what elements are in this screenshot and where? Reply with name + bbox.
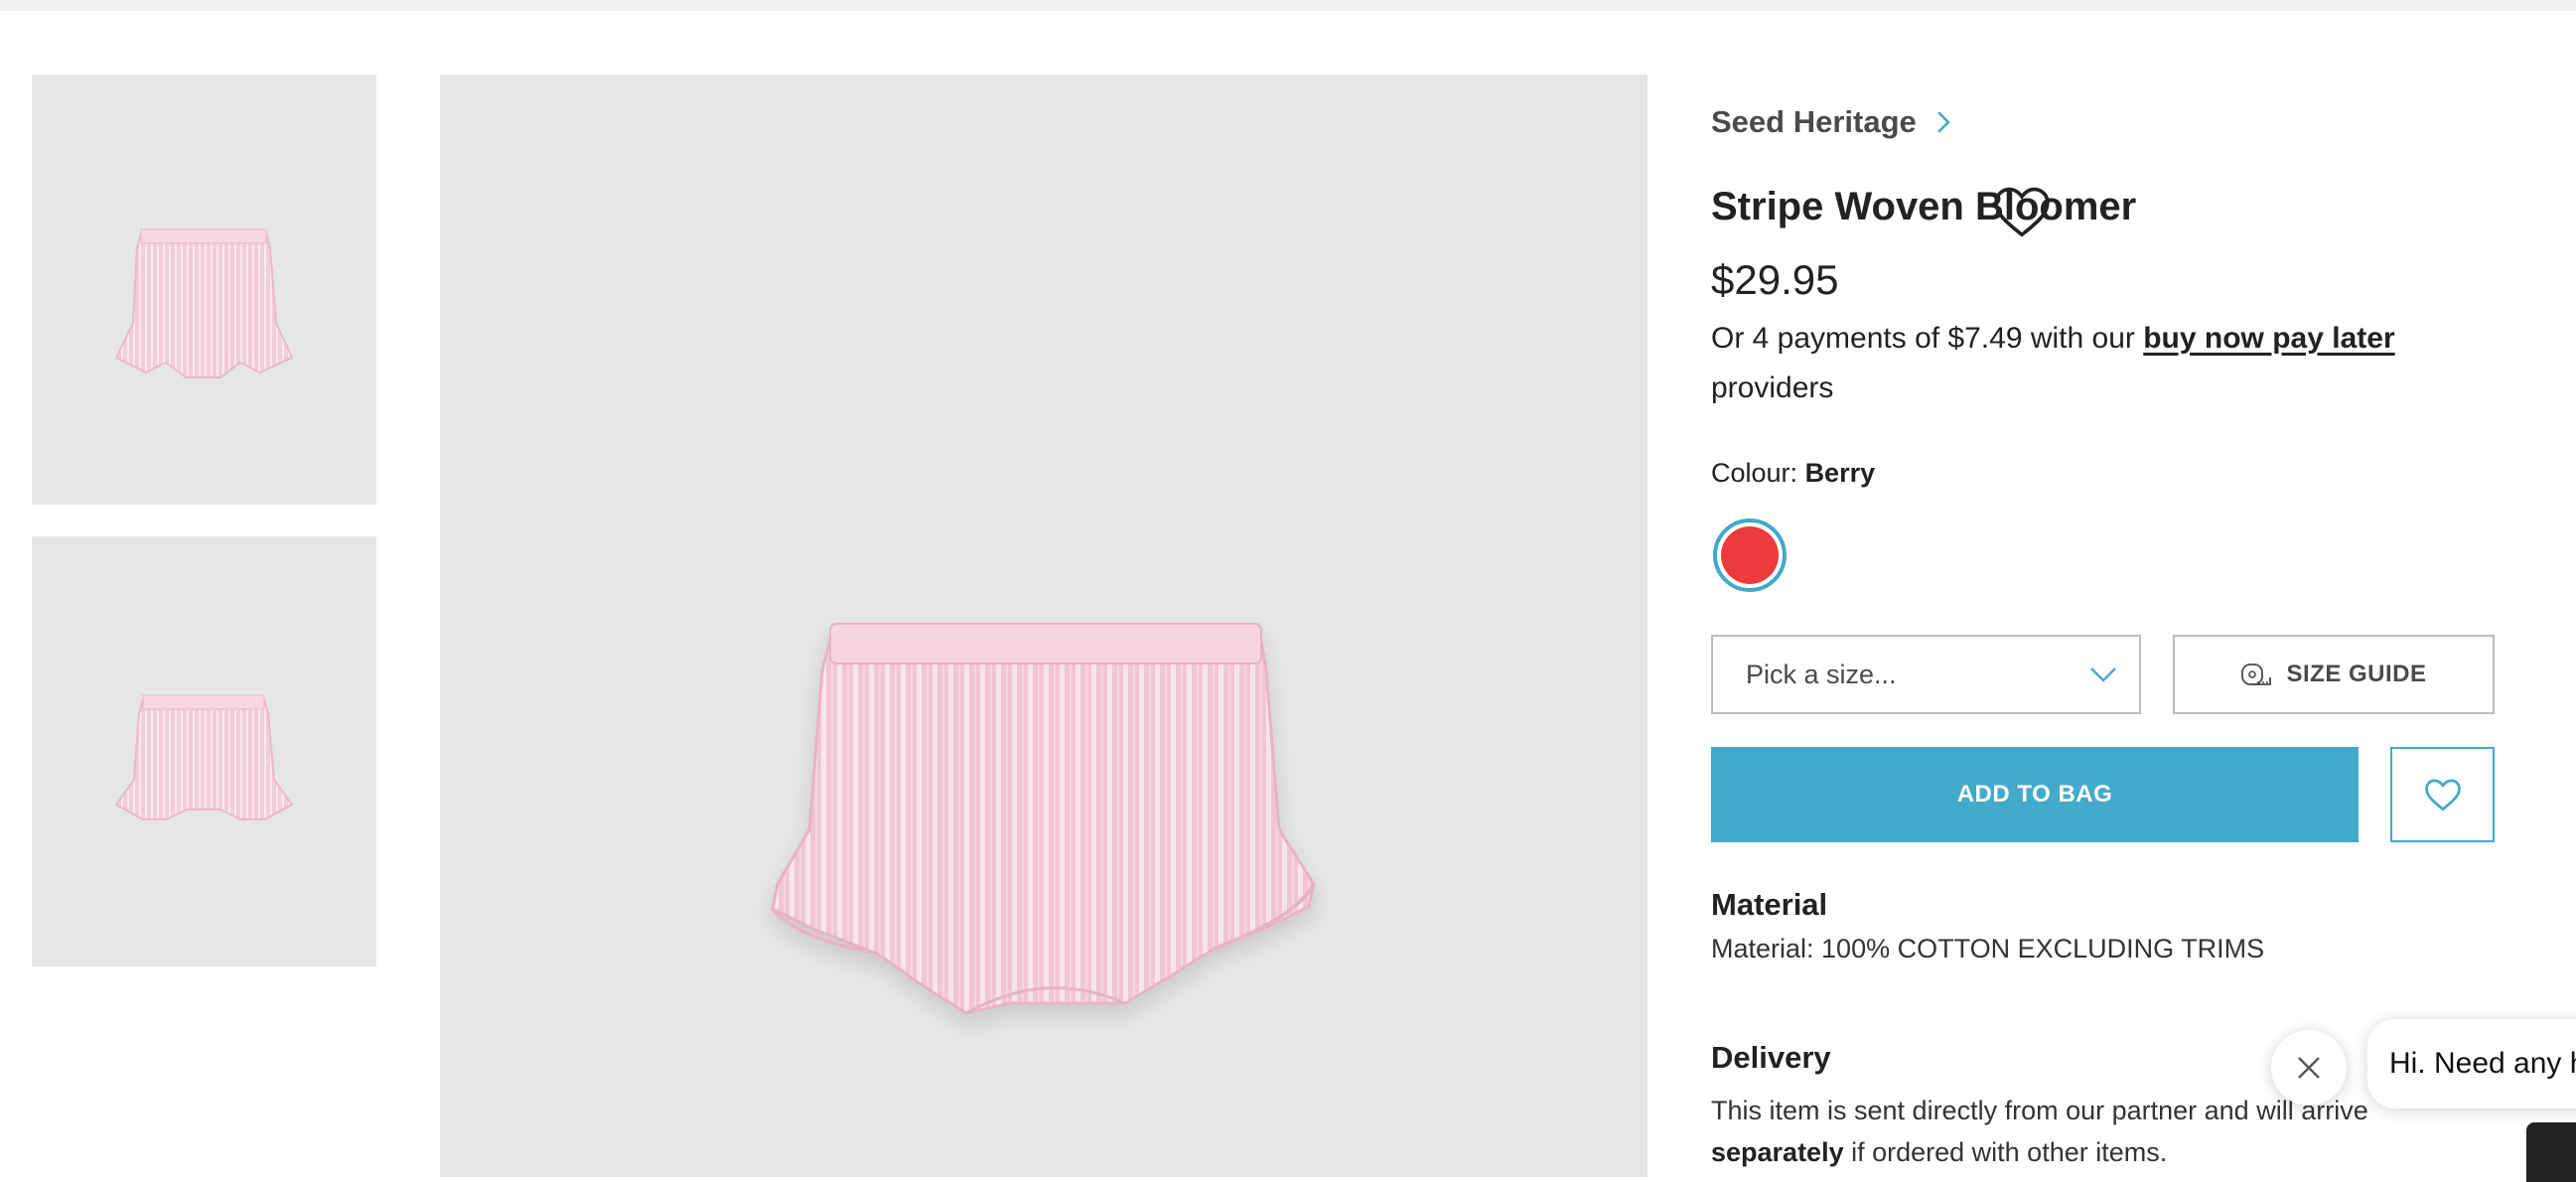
- colour-swatch-berry[interactable]: [1713, 518, 1787, 592]
- heart-icon: [2424, 779, 2461, 812]
- brand-name: Seed Heritage: [1711, 104, 1917, 139]
- size-select[interactable]: Pick a size...: [1711, 635, 2141, 714]
- swatch-fill: [1721, 526, 1779, 584]
- chat-close-button[interactable]: [2271, 1030, 2347, 1106]
- size-guide-button[interactable]: SIZE GUIDE: [2173, 635, 2495, 714]
- colour-value: Berry: [1804, 458, 1876, 488]
- size-placeholder: Pick a size...: [1746, 659, 1897, 689]
- material-heading: Material: [1711, 887, 1828, 922]
- tape-measure-icon: [2241, 664, 2272, 685]
- bnpl-prefix: Or 4 payments of $7.49 with our: [1711, 322, 2144, 355]
- product-thumbnail-2[interactable]: [32, 536, 376, 966]
- bnpl-suffix: providers: [1711, 371, 1834, 404]
- chat-greeting-bubble[interactable]: Hi. Need any h: [2367, 1019, 2576, 1108]
- delivery-text-bold: separately: [1711, 1137, 1844, 1167]
- colour-label: Colour: Berry: [1711, 458, 1875, 489]
- bloomer-image: [114, 694, 294, 820]
- delivery-text-part1: This item is sent directly from our part…: [1711, 1096, 2368, 1125]
- product-title: Stripe Woven Bloomer: [1711, 185, 2137, 228]
- top-nav-strip: [0, 0, 2576, 11]
- chevron-down-icon: [2090, 667, 2116, 682]
- delivery-text: This item is sent directly from our part…: [1711, 1090, 2486, 1173]
- product-main-image[interactable]: [440, 74, 2050, 1177]
- product-thumbnail-1[interactable]: [32, 74, 376, 505]
- bnpl-link[interactable]: buy now pay later: [2143, 322, 2394, 355]
- bnpl-message: Or 4 payments of $7.49 with our buy now …: [1711, 314, 2466, 413]
- delivery-heading: Delivery: [1711, 1040, 1831, 1075]
- chat-launcher-button[interactable]: [2526, 1122, 2576, 1182]
- material-text: Material: 100% COTTON EXCLUDING TRIMS: [1711, 934, 2265, 963]
- bloomer-image: [771, 623, 1316, 1015]
- chevron-right-icon: [1936, 111, 1950, 133]
- delivery-text-part2: if ordered with other items.: [1843, 1137, 2168, 1167]
- add-to-bag-button[interactable]: ADD TO BAG: [1711, 747, 2359, 842]
- brand-link[interactable]: Seed Heritage: [1711, 104, 1952, 140]
- bloomer-image: [114, 228, 294, 378]
- chat-greeting-text: Hi. Need any h: [2389, 1047, 2576, 1080]
- size-guide-label: SIZE GUIDE: [2286, 661, 2427, 687]
- wishlist-button[interactable]: [2390, 747, 2495, 842]
- close-icon: [2298, 1057, 2320, 1079]
- product-price: $29.95: [1711, 256, 1839, 303]
- colour-label-text: Colour:: [1711, 458, 1798, 488]
